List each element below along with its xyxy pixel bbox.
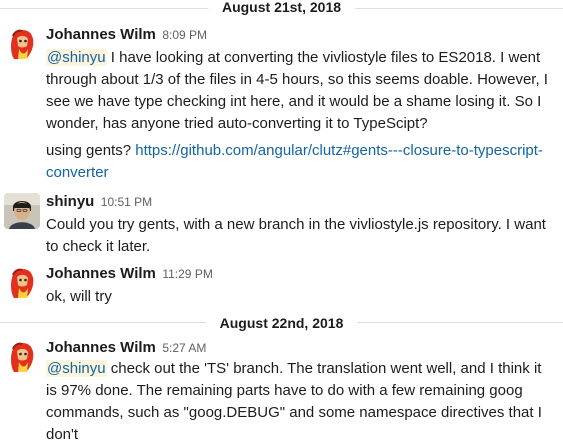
sender-name[interactable]: Johannes Wilm <box>46 265 156 282</box>
message-timestamp[interactable]: 11:29 PM <box>162 267 212 281</box>
day-divider: August 22nd, 2018 <box>0 314 563 332</box>
day-divider-label[interactable]: August 21st, 2018 <box>207 0 356 16</box>
message-text: @shinyu check out the 'TS' branch. The t… <box>46 358 556 446</box>
avatar-johannes[interactable] <box>4 265 40 301</box>
day-divider-label[interactable]: August 22nd, 2018 <box>205 314 358 332</box>
avatar-johannes[interactable] <box>4 26 40 62</box>
message-body: using gents? <box>46 142 136 159</box>
sender-name[interactable]: shinyu <box>46 193 94 210</box>
message-text: using gents? https://github.com/angular/… <box>46 140 556 184</box>
avatar-shinyu[interactable] <box>4 193 40 229</box>
message-body: check out the 'TS' branch. The translati… <box>46 360 542 443</box>
message-header: Johannes Wilm 5:27 AM <box>46 339 206 359</box>
message-text: @shinyu I have looking at converting the… <box>46 47 556 135</box>
message-header: shinyu 10:51 PM <box>46 193 152 213</box>
message-header: Johannes Wilm 11:29 PM <box>46 265 213 285</box>
message-body: Could you try gents, with a new branch i… <box>46 216 546 255</box>
sender-name[interactable]: Johannes Wilm <box>46 26 156 43</box>
message-text: Could you try gents, with a new branch i… <box>46 214 556 258</box>
message-header: Johannes Wilm 8:09 PM <box>46 26 207 46</box>
sender-name[interactable]: Johannes Wilm <box>46 339 156 356</box>
message-text: ok, will try <box>46 286 556 308</box>
message-timestamp[interactable]: 8:09 PM <box>162 28 207 42</box>
message-timestamp[interactable]: 10:51 PM <box>101 195 152 209</box>
day-divider: August 21st, 2018 <box>0 0 563 18</box>
user-mention[interactable]: @shinyu <box>46 360 107 377</box>
avatar-johannes[interactable] <box>4 339 40 375</box>
johannes-avatar-icon <box>4 339 40 375</box>
user-mention[interactable]: @shinyu <box>46 49 107 66</box>
message-body: I have looking at converting the vivlios… <box>46 49 548 132</box>
message-body: ok, will try <box>46 288 112 305</box>
johannes-avatar-icon <box>4 265 40 301</box>
shinyu-avatar-icon <box>4 193 40 229</box>
message-timestamp[interactable]: 5:27 AM <box>162 341 206 355</box>
johannes-avatar-icon <box>4 26 40 62</box>
